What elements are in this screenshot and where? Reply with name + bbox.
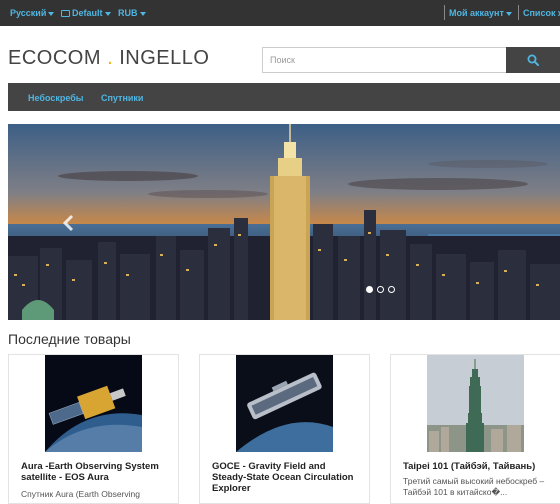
latest-products-title: Последние товары [8,331,131,347]
search-icon [527,54,539,66]
product-name[interactable]: GOCE - Gravity Field and Steady-State Oc… [212,461,362,494]
logo-text-left: ECOCOM [8,47,101,69]
product-description: Третий самый высокий небоскреб – Тайбэй … [403,476,545,497]
search-button[interactable] [506,47,560,73]
chevron-down-icon [139,11,146,16]
product-card[interactable]: Aura -Earth Observing System satellite -… [8,354,179,504]
satellite-goce-image [236,355,333,452]
language-label: Русский [10,8,47,18]
top-bar: Русский Default RUB Мой аккаунт Список ж [0,0,560,26]
product-card[interactable]: GOCE - Gravity Field and Steady-State Oc… [199,354,370,504]
logo-dot: . [107,47,114,69]
currency-code-dropdown[interactable]: RUB [118,8,146,18]
product-image[interactable] [236,355,333,452]
currency-code-label: RUB [118,8,138,18]
cart-icon [61,10,70,17]
product-description: Спутник Aura (Earth Observing [21,489,140,499]
satellite-aura-image [45,355,142,452]
chevron-down-icon [505,11,512,16]
logo-text-right: INGELLO [119,47,210,69]
product-image[interactable] [45,355,142,452]
search-input[interactable] [262,47,506,73]
product-image[interactable] [427,355,524,452]
slider-dot[interactable] [366,286,373,293]
nav-item-satellites[interactable]: Спутники [101,93,143,103]
slider-dot[interactable] [388,286,395,293]
divider [444,5,445,20]
account-dropdown[interactable]: Мой аккаунт [449,8,512,18]
currency-dropdown[interactable]: Default [61,8,111,18]
site-logo[interactable]: ECOCOM . INGELLO [8,47,209,70]
nav-item-skyscrapers[interactable]: Небоскребы [28,93,83,103]
wishlist-label: Список ж [523,8,560,18]
divider [518,5,519,20]
hero-slider[interactable] [8,124,560,320]
chevron-down-icon [104,11,111,16]
chevron-left-icon[interactable] [60,214,78,232]
taipei-101-tower-image [427,355,524,452]
product-card[interactable]: Taipei 101 (Тайбэй, Тайвань) Третий самы… [390,354,560,504]
main-nav: Небоскребы Спутники [8,83,560,111]
chevron-down-icon [48,11,55,16]
search-form [262,47,560,73]
language-dropdown[interactable]: Русский [10,8,55,18]
city-skyline-image [8,124,560,320]
wishlist-link[interactable]: Список ж [523,8,560,18]
product-name[interactable]: Aura -Earth Observing System satellite -… [21,461,171,483]
product-name[interactable]: Taipei 101 (Тайбэй, Тайвань) [403,461,553,472]
account-label: Мой аккаунт [449,8,504,18]
currency-label: Default [72,8,103,18]
slider-dot[interactable] [377,286,384,293]
